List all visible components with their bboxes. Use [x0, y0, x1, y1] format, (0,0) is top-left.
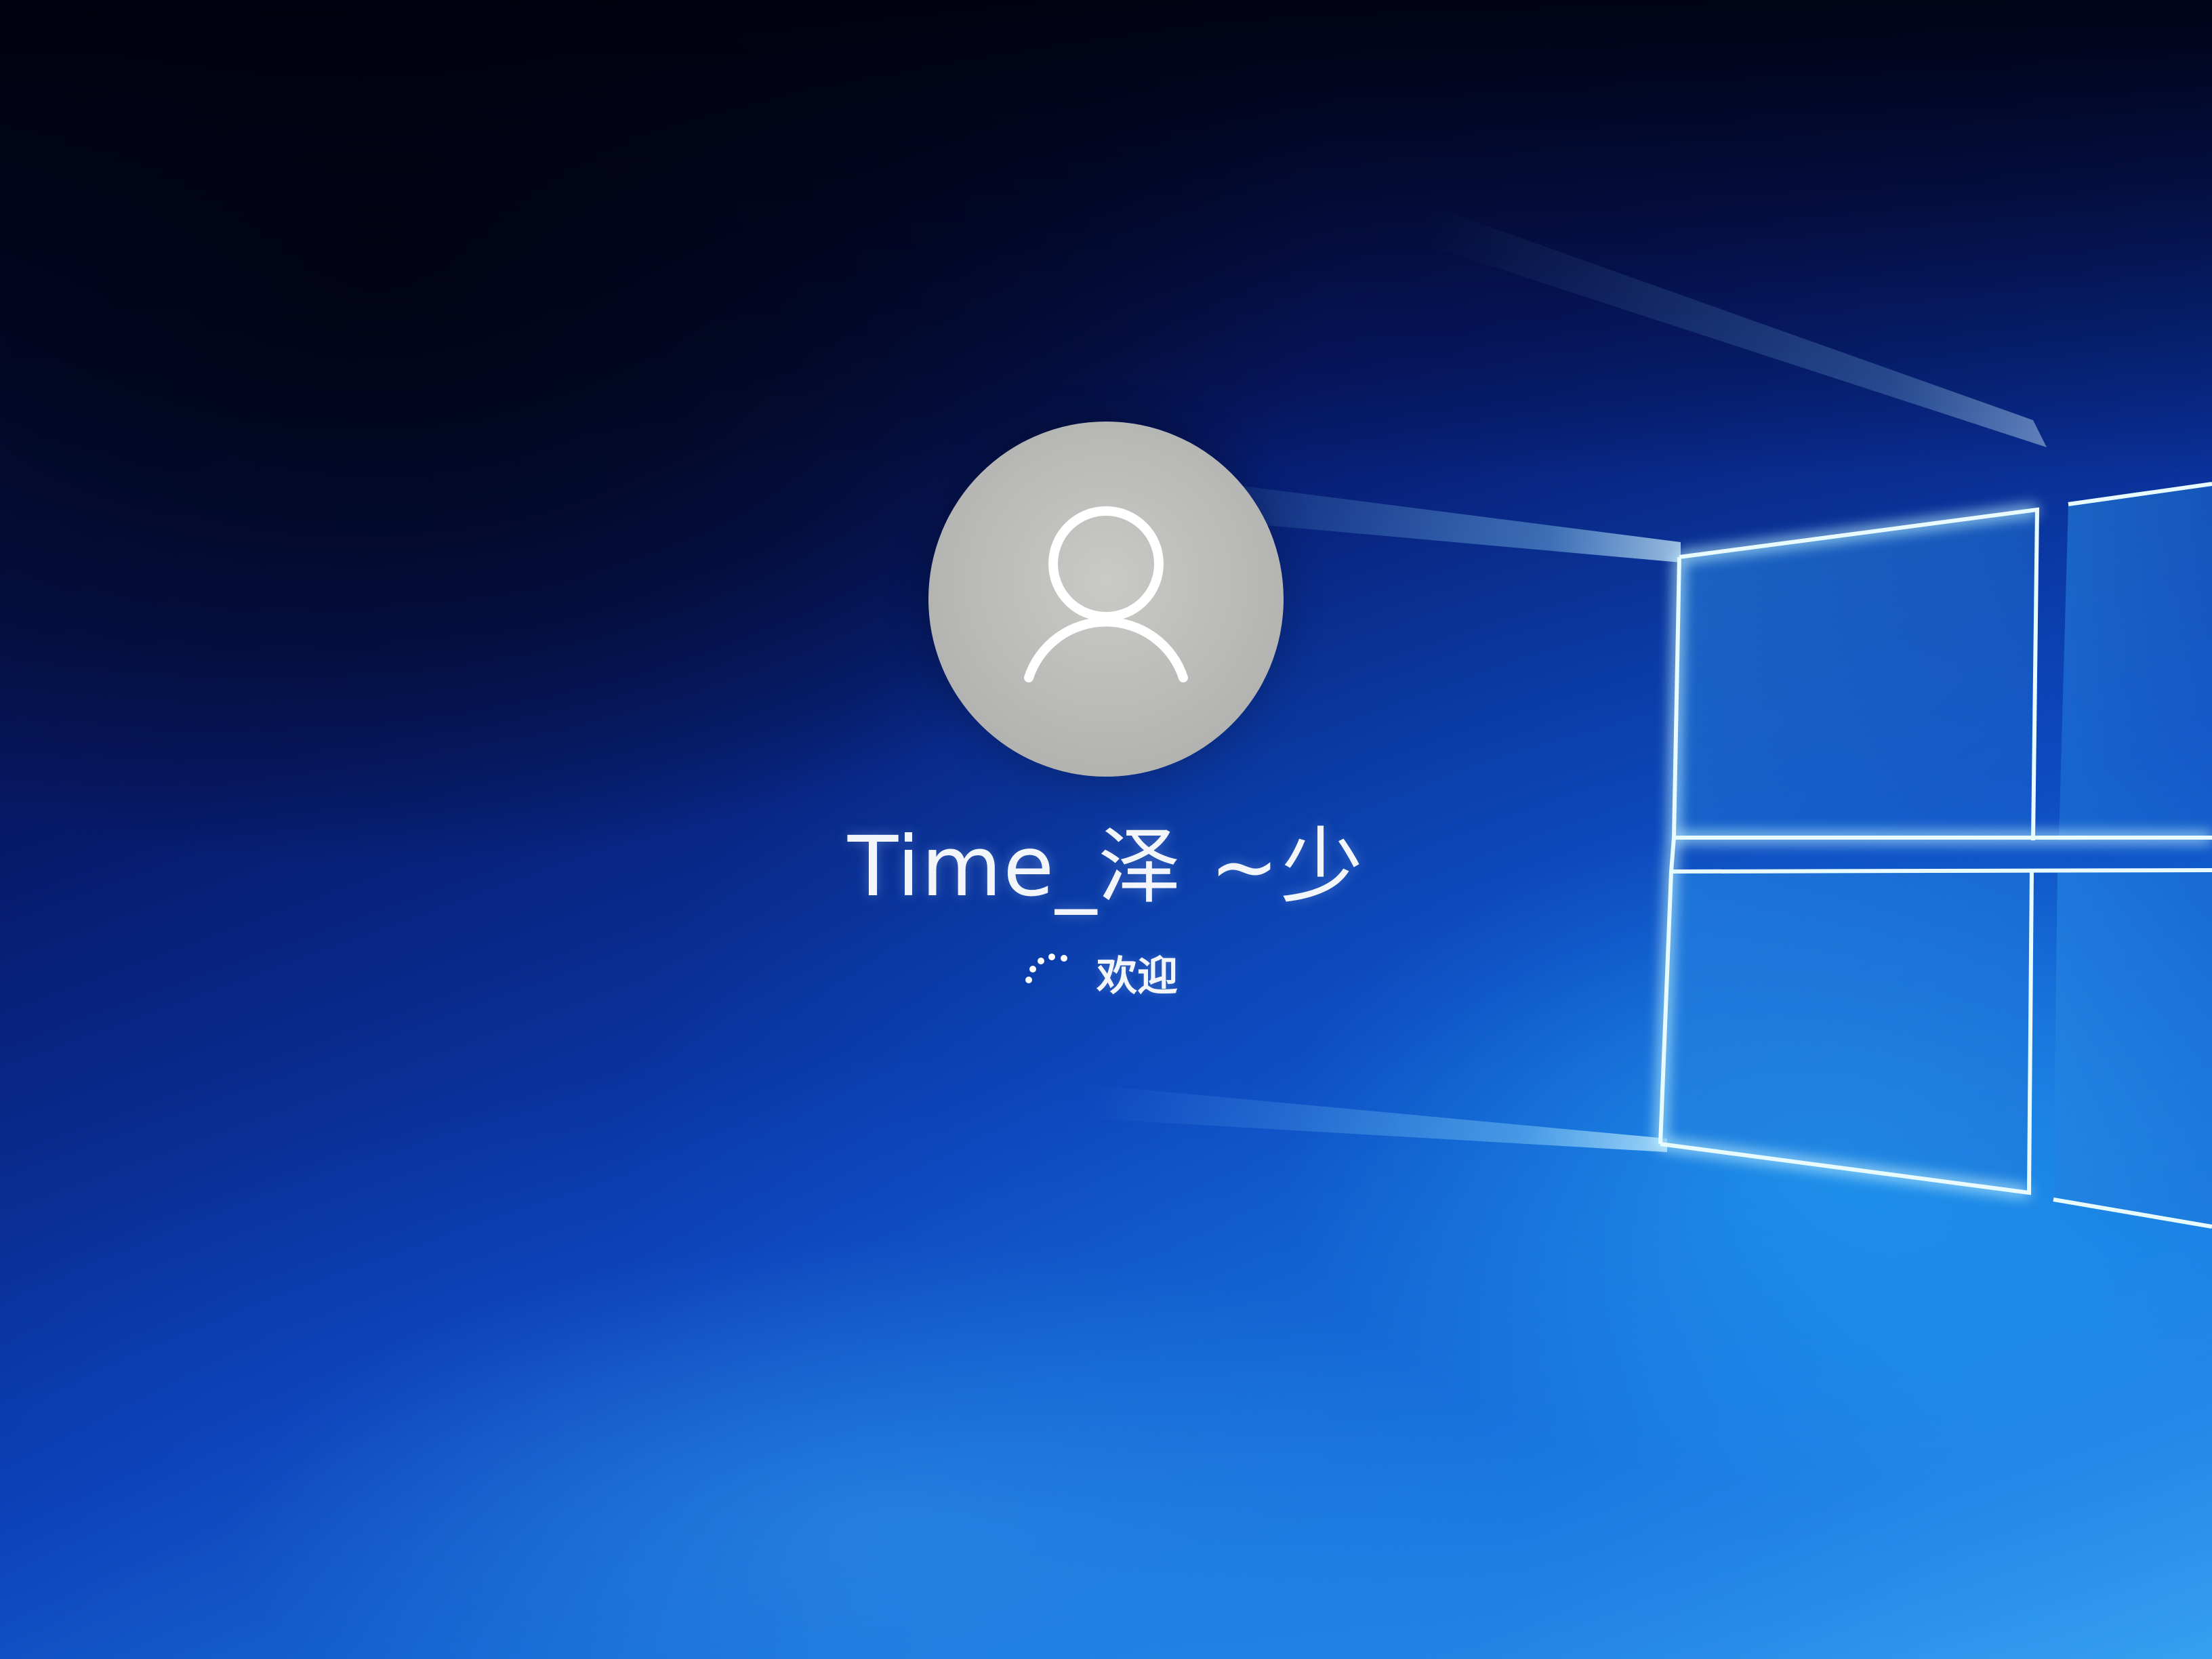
light-beam	[1084, 1084, 1667, 1152]
user-silhouette-icon	[1024, 506, 1188, 682]
sign-in-status: 欢迎	[949, 935, 1261, 1010]
status-message: 欢迎	[1097, 953, 1178, 1000]
window-pane-top-right	[2059, 484, 2212, 840]
username-label: Time_泽 ~少	[847, 819, 1365, 915]
light-beam	[1423, 203, 2047, 447]
window-pane-bottom-left	[1660, 870, 2032, 1193]
lock-screen: Time_泽 ~少 欢迎	[0, 0, 2212, 1659]
window-pane-bottom-right	[2053, 870, 2212, 1227]
loading-spinner-icon	[1025, 954, 1067, 983]
user-avatar	[928, 422, 1284, 777]
window-pane-top-left	[1674, 510, 2037, 840]
